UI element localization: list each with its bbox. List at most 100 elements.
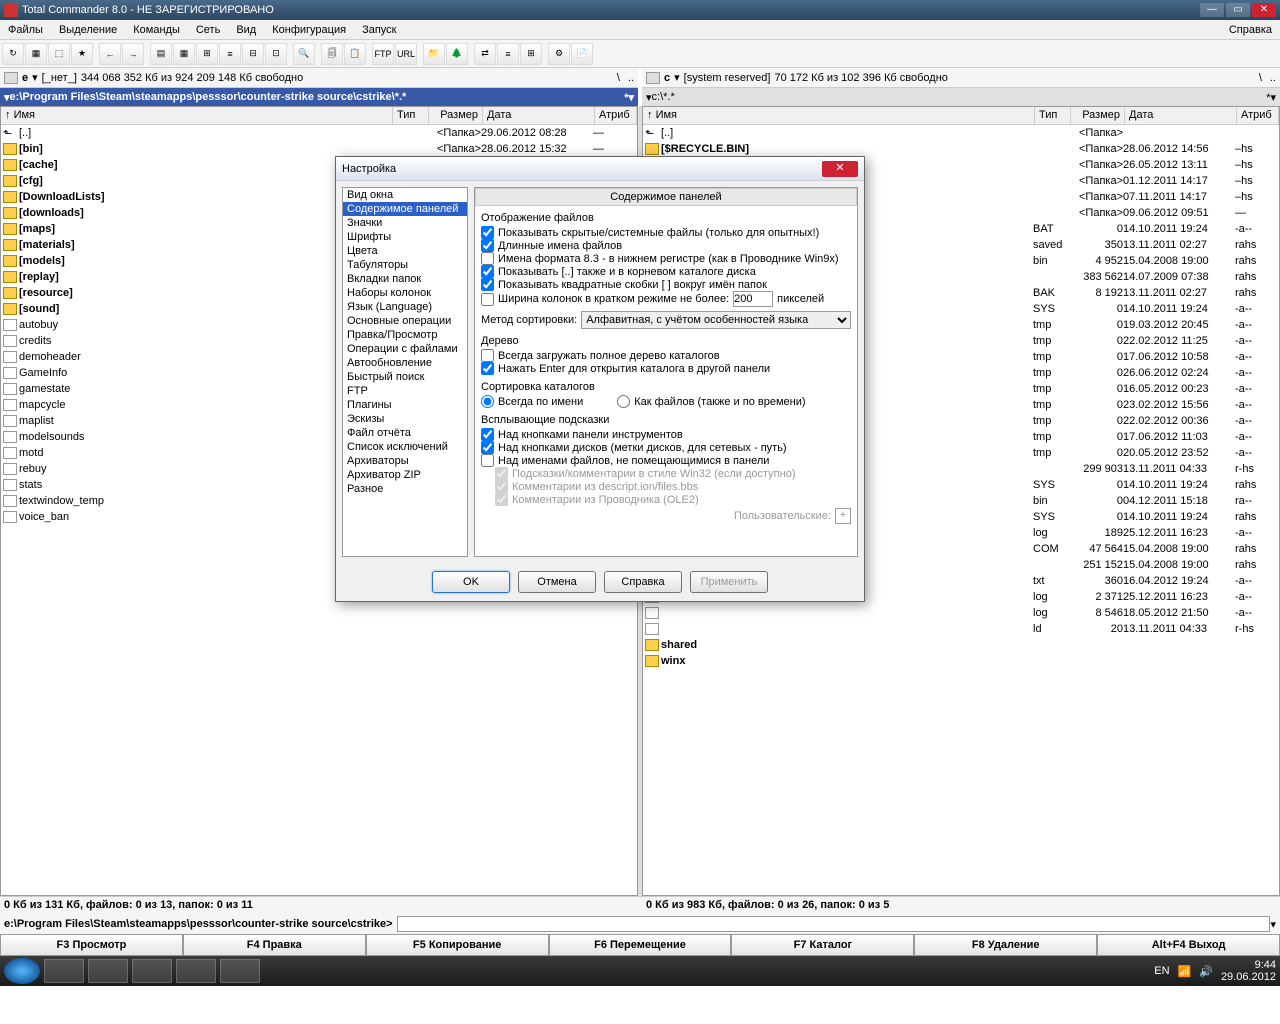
tree-item[interactable]: Язык (Language) — [343, 300, 467, 314]
tree-item[interactable]: Цвета — [343, 244, 467, 258]
tree-item[interactable]: Эскизы — [343, 412, 467, 426]
cb-tooltip-names[interactable]: Над именами файлов, не помещающимися в п… — [481, 454, 851, 467]
menu-item[interactable]: Запуск — [354, 22, 404, 38]
fn-button[interactable]: F7 Каталог — [731, 934, 914, 956]
cb-show-hidden[interactable]: Показывать скрытые/системные файлы (толь… — [481, 226, 851, 239]
minimize-button[interactable]: — — [1200, 3, 1224, 17]
dialog-close-button[interactable]: ✕ — [822, 161, 858, 177]
toolbar-button[interactable]: ▦ — [173, 43, 195, 65]
toolbar-button[interactable]: 🌲 — [446, 43, 468, 65]
path-left[interactable]: ▾e:\Program Files\Steam\steamapps\pessso… — [0, 88, 638, 106]
close-button[interactable]: ✕ — [1252, 3, 1276, 17]
sort-method-select[interactable]: Алфавитная, с учётом особенностей языка — [581, 311, 851, 329]
user-hints-button[interactable]: + — [835, 508, 851, 524]
toolbar-button[interactable]: ⇄ — [474, 43, 496, 65]
tree-item[interactable]: Архиватор ZIP — [343, 468, 467, 482]
tray-clock[interactable]: 9:4429.06.2012 — [1221, 959, 1276, 983]
task-explorer[interactable] — [44, 959, 84, 983]
cb-tooltip-toolbar[interactable]: Над кнопками панели инструментов — [481, 428, 851, 441]
fn-button[interactable]: F4 Правка — [183, 934, 366, 956]
drive-letter[interactable]: c — [664, 72, 670, 84]
toolbar-button[interactable]: 📋 — [344, 43, 366, 65]
apply-button[interactable]: Применить — [690, 571, 768, 593]
toolbar-button[interactable]: ⊞ — [196, 43, 218, 65]
fn-button[interactable]: F8 Удаление — [914, 934, 1097, 956]
menu-item[interactable]: Конфигурация — [264, 22, 354, 38]
task-opera[interactable] — [132, 959, 172, 983]
fn-button[interactable]: F3 Просмотр — [0, 934, 183, 956]
toolbar-button[interactable]: ⚙ — [548, 43, 570, 65]
tree-item[interactable]: Табуляторы — [343, 258, 467, 272]
toolbar-button[interactable]: ← — [99, 43, 121, 65]
toolbar-button[interactable]: ≡ — [219, 43, 241, 65]
tree-item[interactable]: Значки — [343, 216, 467, 230]
column-headers[interactable]: ↑ Имя Тип Размер Дата Атриб — [1, 107, 637, 125]
toolbar-button[interactable]: 📄 — [571, 43, 593, 65]
task-media[interactable] — [88, 959, 128, 983]
tree-item[interactable]: FTP — [343, 384, 467, 398]
maximize-button[interactable]: ▭ — [1226, 3, 1250, 17]
cb-square-brackets[interactable]: Показывать квадратные скобки [ ] вокруг … — [481, 278, 851, 291]
tree-item[interactable]: Файл отчёта — [343, 426, 467, 440]
cb-show-dotdot[interactable]: Показывать [..] также и в корневом катал… — [481, 265, 851, 278]
rb-sort-by-name[interactable]: Всегда по имени — [481, 395, 583, 408]
column-headers[interactable]: ↑ Имя Тип Размер Дата Атриб — [643, 107, 1279, 125]
menu-item[interactable]: Вид — [228, 22, 264, 38]
up-button[interactable]: .. — [628, 72, 634, 84]
menu-item[interactable]: Файлы — [0, 22, 51, 38]
file-row[interactable]: ⬑[..]<Папка>29.06.2012 08:28— — [1, 125, 637, 141]
menu-item[interactable]: Выделение — [51, 22, 125, 38]
toolbar-button[interactable]: URL — [395, 43, 417, 65]
tree-item[interactable]: Автообновление — [343, 356, 467, 370]
root-button[interactable]: \ — [617, 72, 620, 84]
cb-tooltip-drives[interactable]: Над кнопками дисков (метки дисков, для с… — [481, 441, 851, 454]
toolbar-button[interactable]: ⊟ — [242, 43, 264, 65]
cb-long-names[interactable]: Длинные имена файлов — [481, 239, 851, 252]
cancel-button[interactable]: Отмена — [518, 571, 596, 593]
start-button[interactable] — [4, 958, 40, 984]
toolbar-button[interactable]: ▤ — [150, 43, 172, 65]
help-button[interactable]: Справка — [604, 571, 682, 593]
tray-speaker-icon[interactable]: 🔊 — [1199, 965, 1213, 978]
menu-help[interactable]: Справка — [1221, 22, 1280, 38]
tray-lang[interactable]: EN — [1154, 965, 1169, 977]
toolbar-button[interactable]: 📁 — [423, 43, 445, 65]
cb-83-lowercase[interactable]: Имена формата 8.3 - в нижнем регистре (к… — [481, 252, 851, 265]
tree-item[interactable]: Разное — [343, 482, 467, 496]
file-row[interactable]: ⬑[..]<Папка> — [643, 125, 1279, 141]
up-button[interactable]: .. — [1270, 72, 1276, 84]
tree-item[interactable]: Наборы колонок — [343, 286, 467, 300]
file-row[interactable]: winx — [643, 653, 1279, 669]
toolbar-button[interactable]: ⊞ — [520, 43, 542, 65]
toolbar-button[interactable]: ⬚ — [48, 43, 70, 65]
toolbar-button[interactable]: ⊡ — [265, 43, 287, 65]
file-row[interactable]: [bin]<Папка>28.06.2012 15:32— — [1, 141, 637, 157]
toolbar-button[interactable]: 🔍 — [293, 43, 315, 65]
tree-item[interactable]: Список исключений — [343, 440, 467, 454]
drive-dropdown-icon[interactable]: ▾ — [674, 71, 680, 84]
tree-item[interactable]: Вкладки папок — [343, 272, 467, 286]
tray-network-icon[interactable]: 📶 — [1178, 965, 1192, 978]
drive-letter[interactable]: e — [22, 72, 28, 84]
path-right[interactable]: ▾c:\*.**▾ — [642, 88, 1280, 106]
toolbar-button[interactable]: ★ — [71, 43, 93, 65]
tree-item[interactable]: Плагины — [343, 398, 467, 412]
tree-item[interactable]: Содержимое панелей — [343, 202, 467, 216]
fn-button[interactable]: Alt+F4 Выход — [1097, 934, 1280, 956]
toolbar-button[interactable]: ≡ — [497, 43, 519, 65]
tree-item[interactable]: Операции с файлами — [343, 342, 467, 356]
command-input[interactable] — [397, 916, 1271, 932]
file-row[interactable]: log8 54618.05.2012 21:50-a-- — [643, 605, 1279, 621]
toolbar-button[interactable]: FTP — [372, 43, 394, 65]
fn-button[interactable]: F5 Копирование — [366, 934, 549, 956]
ok-button[interactable]: OK — [432, 571, 510, 593]
tree-item[interactable]: Основные операции — [343, 314, 467, 328]
fn-button[interactable]: F6 Перемещение — [549, 934, 732, 956]
tree-item[interactable]: Правка/Просмотр — [343, 328, 467, 342]
file-row[interactable]: shared — [643, 637, 1279, 653]
file-row[interactable]: ld2013.11.2011 04:33r-hs — [643, 621, 1279, 637]
command-dropdown-icon[interactable]: ▾ — [1270, 918, 1276, 931]
toolbar-button[interactable]: 🗐 — [321, 43, 343, 65]
task-cs[interactable] — [176, 959, 216, 983]
cb-tree-full[interactable]: Всегда загружать полное дерево каталогов — [481, 349, 851, 362]
